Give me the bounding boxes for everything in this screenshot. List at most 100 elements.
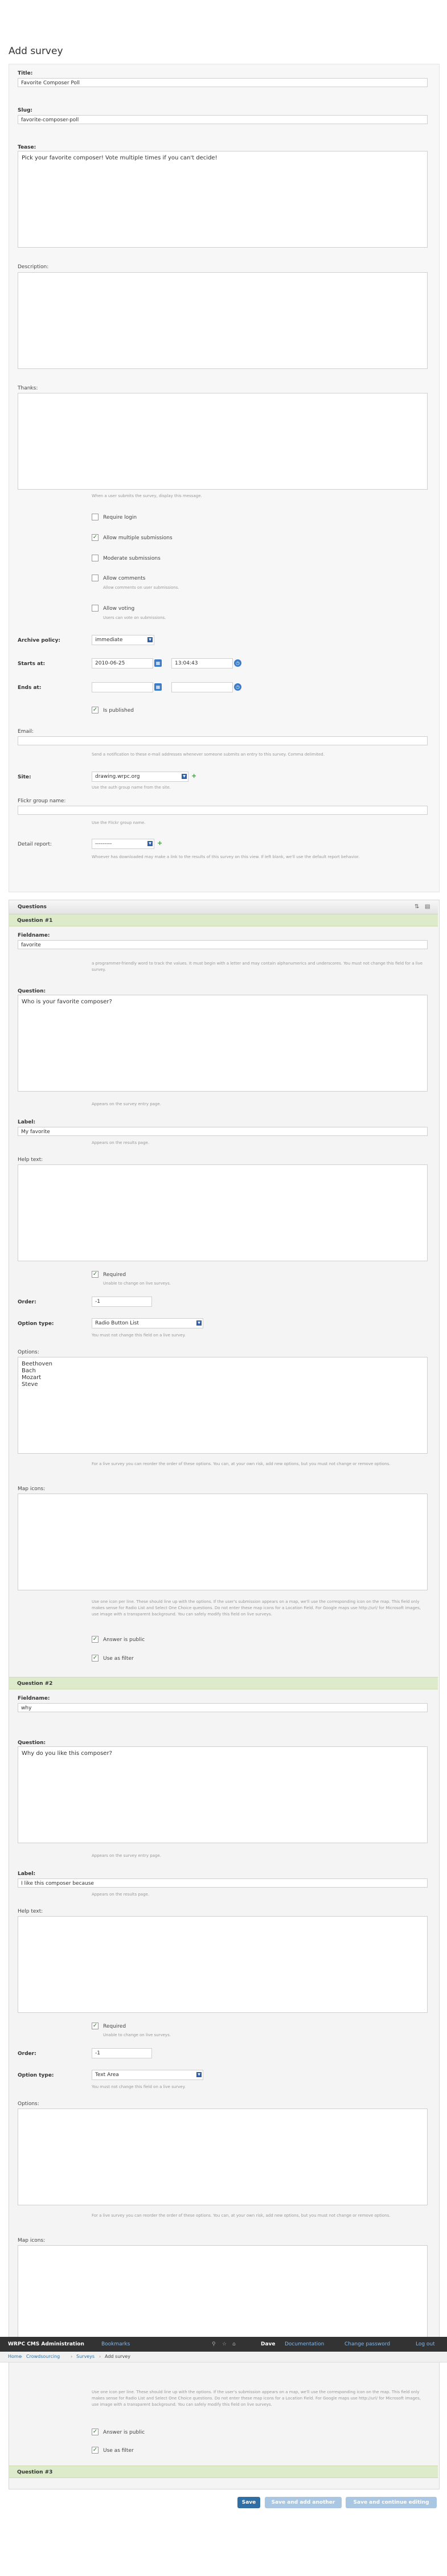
logout-link[interactable]: Log out xyxy=(416,2337,435,2352)
fieldname-input[interactable]: why xyxy=(18,1703,428,1712)
allow-comments-checkbox[interactable] xyxy=(92,575,99,581)
option-type-label: Option type: xyxy=(18,1321,54,1327)
moderate-label: Moderate submissions xyxy=(103,556,161,561)
check-icon: ✓ xyxy=(92,2447,98,2453)
bookmark-icon[interactable]: ☆ xyxy=(222,2337,227,2352)
breadcrumb-separator: › xyxy=(71,2354,73,2359)
description-textarea[interactable] xyxy=(18,272,428,369)
use-as-filter-label: Use as filter xyxy=(103,1656,134,1662)
help-text-textarea[interactable] xyxy=(18,1164,428,1261)
check-icon: ✓ xyxy=(92,1636,98,1642)
required-checkbox[interactable]: ✓ xyxy=(92,2023,99,2029)
use-as-filter-checkbox[interactable]: ✓ xyxy=(92,1655,99,1662)
ends-date-input[interactable] xyxy=(92,682,153,692)
chevron-down-icon: ▼ xyxy=(182,774,187,779)
use-as-filter-label: Use as filter xyxy=(103,2448,134,2454)
order-input[interactable]: -1 xyxy=(92,1297,152,1307)
allow-multiple-checkbox[interactable]: ✓ xyxy=(92,534,99,541)
check-icon: ✓ xyxy=(92,707,98,713)
flickr-label: Flickr group name: xyxy=(18,798,66,804)
check-icon: ✓ xyxy=(92,1271,98,1277)
help-text-textarea[interactable] xyxy=(18,1916,428,2013)
moderate-checkbox[interactable] xyxy=(92,555,99,561)
is-published-label: Is published xyxy=(103,708,134,713)
answer-public-checkbox[interactable]: ✓ xyxy=(92,1636,99,1643)
change-password-link[interactable]: Change password xyxy=(345,2337,390,2352)
question-label: Question: xyxy=(18,988,46,994)
home-icon[interactable]: ⌂ xyxy=(232,2337,236,2352)
title-input[interactable]: Favorite Composer Poll xyxy=(18,78,428,87)
option-type-select[interactable]: Radio Button List ▼ xyxy=(92,1318,203,1328)
email-input[interactable] xyxy=(18,736,428,745)
answer-public-checkbox[interactable]: ✓ xyxy=(92,2429,99,2435)
breadcrumb-section[interactable]: Surveys xyxy=(76,2354,95,2359)
option-type-value: Text Area xyxy=(95,2072,119,2078)
detail-report-select[interactable]: --------- ▼ xyxy=(92,839,154,849)
starts-time-input[interactable]: 13:04:43 xyxy=(171,658,233,668)
allow-comments-label: Allow comments xyxy=(103,576,146,581)
option-type-select[interactable]: Text Area ▼ xyxy=(92,2070,203,2080)
bookmarks-link[interactable]: Bookmarks xyxy=(101,2337,130,2352)
question-header: Question #2 xyxy=(9,1677,438,1689)
map-icons-help: Use one icon per line. These should line… xyxy=(92,1599,421,1617)
detail-report-value: --------- xyxy=(95,841,112,847)
slug-input[interactable]: favorite-composer-poll xyxy=(18,115,428,124)
question-label: Question: xyxy=(18,1740,46,1746)
collapse-icon[interactable]: ▤ xyxy=(425,904,430,910)
require-login-checkbox[interactable] xyxy=(92,514,99,520)
question-textarea[interactable]: Who is your favorite composer? xyxy=(18,995,428,1092)
archive-policy-value: immediate xyxy=(95,637,123,643)
user-name: Dave xyxy=(261,2341,276,2347)
required-help: Unable to change on live surveys. xyxy=(103,1281,171,1286)
ends-time-input[interactable] xyxy=(171,682,233,692)
save-add-another-button[interactable]: Save and add another xyxy=(265,2497,342,2508)
add-report-icon[interactable]: + xyxy=(157,839,162,847)
calendar-icon[interactable]: ▦ xyxy=(154,659,162,667)
answer-public-label: Answer is public xyxy=(103,1637,145,1643)
answer-public-label: Answer is public xyxy=(103,2430,145,2435)
clock-icon[interactable]: ◷ xyxy=(234,683,241,691)
breadcrumb-home[interactable]: Home xyxy=(8,2354,22,2359)
order-input[interactable]: -1 xyxy=(92,2048,152,2058)
question-help: Appears on the survey entry page. xyxy=(92,1102,161,1106)
archive-policy-select[interactable]: immediate ▼ xyxy=(92,635,154,645)
site-help: Use the auth group name from the site. xyxy=(92,785,171,790)
chevron-down-icon: ▼ xyxy=(196,1320,202,1326)
thanks-textarea[interactable] xyxy=(18,393,428,490)
add-site-icon[interactable]: + xyxy=(191,772,196,780)
breadcrumb-separator: › xyxy=(20,2354,23,2359)
sort-icon[interactable]: ⇅ xyxy=(415,904,419,910)
options-textarea[interactable] xyxy=(18,2109,428,2205)
options-textarea[interactable]: Beethoven Bach Mozart Steve xyxy=(18,1357,428,1454)
fieldname-help: a programmer-friendly word to track the … xyxy=(92,961,423,972)
save-button[interactable]: Save xyxy=(237,2497,260,2508)
flickr-help: Use the Flickr group name. xyxy=(92,821,146,825)
map-icons-textarea[interactable] xyxy=(18,1494,428,1590)
documentation-link[interactable]: Documentation xyxy=(285,2337,324,2352)
link-icon[interactable]: ⚲ xyxy=(212,2337,216,2352)
map-icons-textarea[interactable] xyxy=(18,2245,428,2342)
starts-date-input[interactable]: 2010-06-25 xyxy=(92,658,153,668)
breadcrumb-current: Add survey xyxy=(105,2354,130,2359)
question-textarea[interactable]: Why do you like this composer? xyxy=(18,1746,428,1843)
label-input[interactable]: My favorite xyxy=(18,1127,428,1136)
save-continue-button[interactable]: Save and continue editing xyxy=(346,2497,437,2508)
questions-bar xyxy=(9,900,438,914)
required-checkbox[interactable]: ✓ xyxy=(92,1271,99,1278)
tease-textarea[interactable]: Pick your favorite composer! Vote multip… xyxy=(18,151,428,248)
allow-comments-help: Allow comments on user submissions. xyxy=(103,585,179,590)
chevron-down-icon: ▼ xyxy=(147,637,153,642)
label-help: Appears on the results page. xyxy=(92,1892,150,1897)
chevron-down-icon: ▼ xyxy=(147,841,153,846)
site-select[interactable]: drawing.wrpc.org ▼ xyxy=(92,772,188,782)
use-as-filter-checkbox[interactable]: ✓ xyxy=(92,2447,99,2454)
is-published-checkbox[interactable]: ✓ xyxy=(92,707,99,713)
flickr-input[interactable] xyxy=(18,806,428,815)
help-text-label: Help text: xyxy=(18,1157,43,1163)
breadcrumb-app[interactable]: Crowdsourcing xyxy=(26,2354,60,2359)
fieldname-input[interactable]: favorite xyxy=(18,940,428,949)
clock-icon[interactable]: ◷ xyxy=(234,659,241,667)
allow-voting-checkbox[interactable] xyxy=(92,605,99,612)
label-input[interactable]: I like this composer because xyxy=(18,1878,428,1888)
calendar-icon[interactable]: ▦ xyxy=(154,683,162,691)
